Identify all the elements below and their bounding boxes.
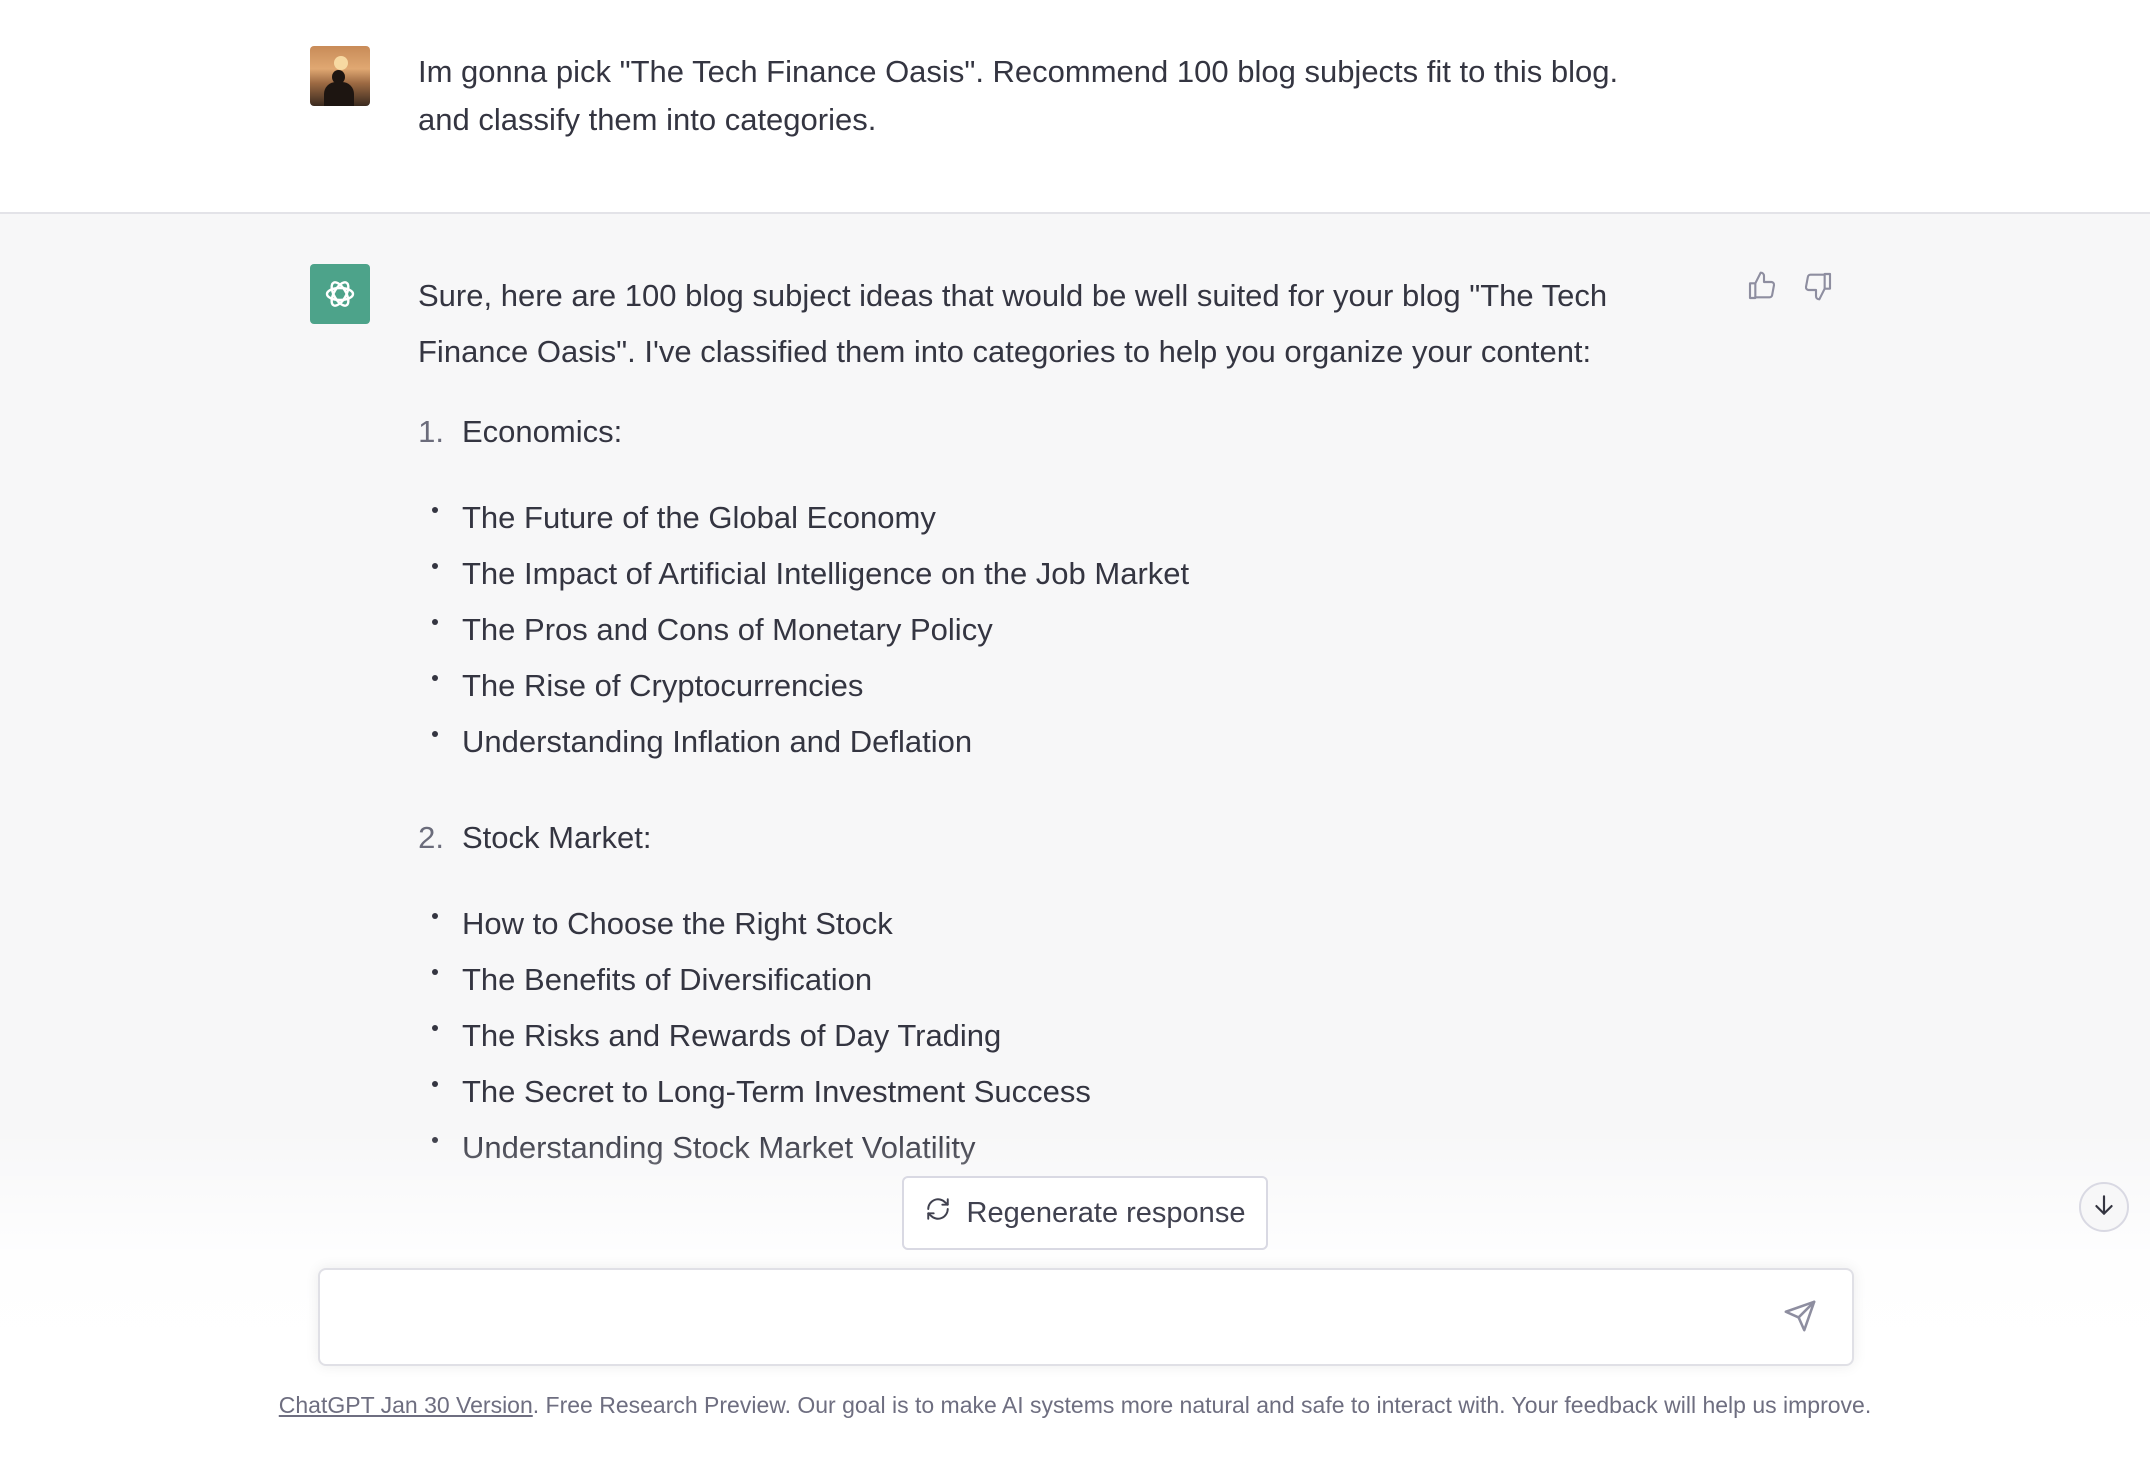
- bullet-icon: [432, 1081, 438, 1087]
- assistant-message-content: Sure, here are 100 blog subject ideas th…: [418, 268, 1708, 1216]
- bullet-icon: [432, 563, 438, 569]
- bullet-icon: [432, 619, 438, 625]
- list-item: Understanding Inflation and Deflation: [418, 714, 1708, 770]
- bullet-icon: [432, 1137, 438, 1143]
- message-input[interactable]: [340, 1292, 1764, 1346]
- bullet-icon: [432, 969, 438, 975]
- category-number: 2.: [418, 820, 444, 855]
- topic-text: The Impact of Artificial Intelligence on…: [462, 556, 1190, 591]
- bullet-icon: [432, 507, 438, 513]
- regenerate-button[interactable]: Regenerate response: [902, 1176, 1268, 1250]
- list-item: Understanding Stock Market Volatility: [418, 1120, 1708, 1176]
- bullet-icon: [432, 731, 438, 737]
- bullet-icon: [432, 913, 438, 919]
- arrow-down-icon: [2091, 1192, 2117, 1223]
- user-message-text: Im gonna pick "The Tech Finance Oasis". …: [418, 48, 1718, 144]
- category-heading: 2. Stock Market:: [418, 810, 1708, 866]
- topic-text: How to Choose the Right Stock: [462, 906, 893, 941]
- category-heading: 1. Economics:: [418, 404, 1708, 460]
- user-avatar: [310, 46, 370, 106]
- chat-page: Im gonna pick "The Tech Finance Oasis". …: [0, 0, 2150, 1460]
- send-button[interactable]: [1778, 1296, 1822, 1340]
- topic-list: How to Choose the Right Stock The Benefi…: [418, 896, 1708, 1176]
- topic-text: The Secret to Long-Term Investment Succe…: [462, 1074, 1091, 1109]
- category-title: Stock Market:: [462, 820, 652, 855]
- feedback-buttons: [1744, 268, 1836, 304]
- scroll-to-bottom-button[interactable]: [2079, 1182, 2129, 1232]
- topic-text: The Future of the Global Economy: [462, 500, 936, 535]
- bullet-icon: [432, 675, 438, 681]
- list-item: The Pros and Cons of Monetary Policy: [418, 602, 1708, 658]
- message-composer: [318, 1268, 1854, 1366]
- user-message-row: Im gonna pick "The Tech Finance Oasis". …: [0, 0, 2150, 214]
- assistant-intro: Sure, here are 100 blog subject ideas th…: [418, 268, 1708, 380]
- list-item: How to Choose the Right Stock: [418, 896, 1708, 952]
- regenerate-label: Regenerate response: [966, 1196, 1246, 1229]
- topic-text: The Benefits of Diversification: [462, 962, 873, 997]
- thumbs-up-icon[interactable]: [1744, 268, 1780, 304]
- intro-line: Sure, here are 100 blog subject ideas th…: [418, 278, 1608, 313]
- user-message-line: Im gonna pick "The Tech Finance Oasis". …: [418, 54, 1619, 89]
- topic-text: Understanding Stock Market Volatility: [462, 1130, 976, 1165]
- topic-text: Understanding Inflation and Deflation: [462, 724, 973, 759]
- version-link[interactable]: ChatGPT Jan 30 Version: [279, 1392, 533, 1418]
- footer-disclaimer: ChatGPT Jan 30 Version. Free Research Pr…: [0, 1392, 2150, 1419]
- list-item: The Impact of Artificial Intelligence on…: [418, 546, 1708, 602]
- list-item: The Rise of Cryptocurrencies: [418, 658, 1708, 714]
- topic-text: The Rise of Cryptocurrencies: [462, 668, 864, 703]
- topic-text: The Risks and Rewards of Day Trading: [462, 1018, 1002, 1053]
- user-message-line: and classify them into categories.: [418, 102, 877, 137]
- category-number: 1.: [418, 414, 444, 449]
- list-item: The Benefits of Diversification: [418, 952, 1708, 1008]
- list-item: The Future of the Global Economy: [418, 490, 1708, 546]
- category-title: Economics:: [462, 414, 623, 449]
- paper-plane-icon: [1783, 1299, 1817, 1338]
- thumbs-down-icon[interactable]: [1800, 268, 1836, 304]
- openai-logo-icon: [310, 264, 370, 324]
- bullet-icon: [432, 1025, 438, 1031]
- footer-text: . Free Research Preview. Our goal is to …: [532, 1392, 1872, 1418]
- list-item: The Risks and Rewards of Day Trading: [418, 1008, 1708, 1064]
- refresh-icon: [925, 1196, 951, 1230]
- list-item: The Secret to Long-Term Investment Succe…: [418, 1064, 1708, 1120]
- topic-list: The Future of the Global Economy The Imp…: [418, 490, 1708, 770]
- topic-text: The Pros and Cons of Monetary Policy: [462, 612, 993, 647]
- intro-line: Finance Oasis". I've classified them int…: [418, 334, 1592, 369]
